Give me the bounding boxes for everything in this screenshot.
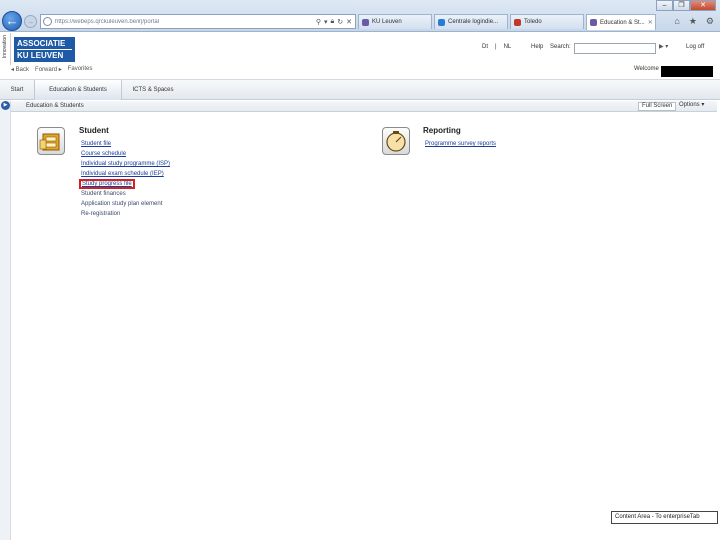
browser-tools: ⌂ ★ ⚙ <box>674 16 714 27</box>
tab-icts-spaces[interactable]: ICTS & Spaces <box>124 80 182 100</box>
redacted-username <box>661 66 713 77</box>
vertical-label-strip: Innovation <box>0 33 11 65</box>
minimize-button[interactable]: – <box>656 0 673 11</box>
student-file-link[interactable]: Student file <box>81 139 170 149</box>
ku-leuven-tab-icon <box>362 18 369 26</box>
vertical-label: Innovation <box>2 35 8 59</box>
browser-chrome: ← → https://webeps.qrckuleuven.be/irj/po… <box>0 0 720 32</box>
expand-navigation-icon[interactable]: ▶ <box>1 101 10 110</box>
search-input[interactable] <box>574 43 656 54</box>
toledo-tab-icon <box>514 18 521 26</box>
search-icon[interactable]: ⚲ <box>316 18 321 26</box>
browser-tab-centrale-login[interactable]: Centrale logindie... <box>434 14 508 29</box>
help-link[interactable]: Help <box>531 44 543 50</box>
ie-tab-icon <box>438 18 445 26</box>
home-icon[interactable]: ⌂ <box>674 16 679 27</box>
reporting-section-title: Reporting <box>423 126 461 135</box>
search-go-button[interactable]: ▶ ▾ <box>659 43 668 50</box>
tab-label: Toledo <box>524 19 542 25</box>
browser-tab-toledo[interactable]: Toledo <box>510 14 584 29</box>
search-label: Search: <box>550 44 571 50</box>
page-toolbar: Education & Students Full Screen Options… <box>11 101 717 112</box>
globe-icon <box>43 17 52 26</box>
history-bar: ◂ Back Forward ▸ Favorites <box>11 66 92 73</box>
ku-leuven-logo: ASSOCIATIE KU LEUVEN <box>14 37 75 62</box>
navigation-panel-edge <box>0 101 11 540</box>
student-file-cabinet-icon <box>37 127 65 155</box>
lock-icon[interactable]: 🔒︎ <box>331 18 335 26</box>
history-back-link[interactable]: ◂ Back <box>11 66 29 73</box>
browser-tab-education-students[interactable]: Education & St... ✕ <box>586 14 656 30</box>
status-tooltip: Content Area - To enterpriseTab <box>611 511 718 524</box>
close-icon[interactable]: ✕ <box>346 18 352 26</box>
close-window-button[interactable]: ✕ <box>690 0 716 11</box>
reporting-link-list: Programme survey reports <box>425 139 496 149</box>
programme-survey-reports-link[interactable]: Programme survey reports <box>425 139 496 149</box>
address-bar[interactable]: https://webeps.qrckuleuven.be/irj/portal… <box>40 14 356 29</box>
student-link-list: Student file Course schedule Individual … <box>79 139 170 219</box>
logo-line-1: ASSOCIATIE <box>17 39 66 48</box>
url-text[interactable]: https://webeps.qrckuleuven.be/irj/portal <box>55 19 316 25</box>
course-schedule-link[interactable]: Course schedule <box>81 149 170 159</box>
top-links: Dt | NL <box>482 44 511 50</box>
welcome-label: Welcome <box>634 66 659 72</box>
language-nl-link[interactable]: NL <box>504 44 512 50</box>
options-button[interactable]: Options ▾ <box>676 102 707 111</box>
portal-tab-bar: Start Education & Students ICTS & Spaces <box>0 79 720 100</box>
re-registration-link[interactable]: Re-registration <box>81 209 170 219</box>
application-study-plan-link[interactable]: Application study plan element <box>81 199 170 209</box>
reporting-gauge-icon <box>382 127 410 155</box>
back-button[interactable]: ← <box>2 11 22 31</box>
iep-link[interactable]: Individual exam schedule (IEP) <box>81 169 170 179</box>
page-title: Education & Students <box>26 103 84 109</box>
tab-education-students[interactable]: Education & Students <box>34 80 122 100</box>
tab-start[interactable]: Start <box>2 80 32 100</box>
student-finances-link[interactable]: Student finances <box>81 189 170 199</box>
back-arrow-icon: ← <box>5 13 19 28</box>
settings-icon[interactable]: ⚙ <box>706 16 714 27</box>
favorites-link[interactable]: Favorites <box>68 66 93 73</box>
student-section-title: Student <box>79 126 109 135</box>
language-dt-link[interactable]: Dt <box>482 44 488 50</box>
refresh-icon[interactable]: ↻ <box>337 18 343 26</box>
tab-label: Centrale logindie... <box>448 19 499 25</box>
restore-button[interactable]: ❐ <box>673 0 690 11</box>
forward-button[interactable]: → <box>24 15 37 28</box>
forward-arrow-icon: → <box>26 17 35 26</box>
dropdown-icon[interactable]: ▾ <box>324 18 328 26</box>
browser-tab-ku-leuven[interactable]: KU Leuven <box>358 14 432 29</box>
isp-link[interactable]: Individual study programme (ISP) <box>81 159 170 169</box>
close-tab-icon[interactable]: ✕ <box>645 19 653 26</box>
tab-label: Education & St... <box>600 19 645 26</box>
history-forward-link[interactable]: Forward ▸ <box>35 66 62 73</box>
log-off-link[interactable]: Log off <box>686 44 704 50</box>
favorites-icon[interactable]: ★ <box>689 16 697 27</box>
ku-leuven-tab-icon <box>590 19 597 26</box>
logo-line-2: KU LEUVEN <box>17 49 72 61</box>
full-screen-button[interactable]: Full Screen <box>638 102 677 111</box>
window-controls: – ❐ ✕ <box>656 0 716 11</box>
separator: | <box>495 44 497 50</box>
study-progress-file-link[interactable]: Study progress file <box>79 179 170 189</box>
tab-label: KU Leuven <box>372 19 402 25</box>
